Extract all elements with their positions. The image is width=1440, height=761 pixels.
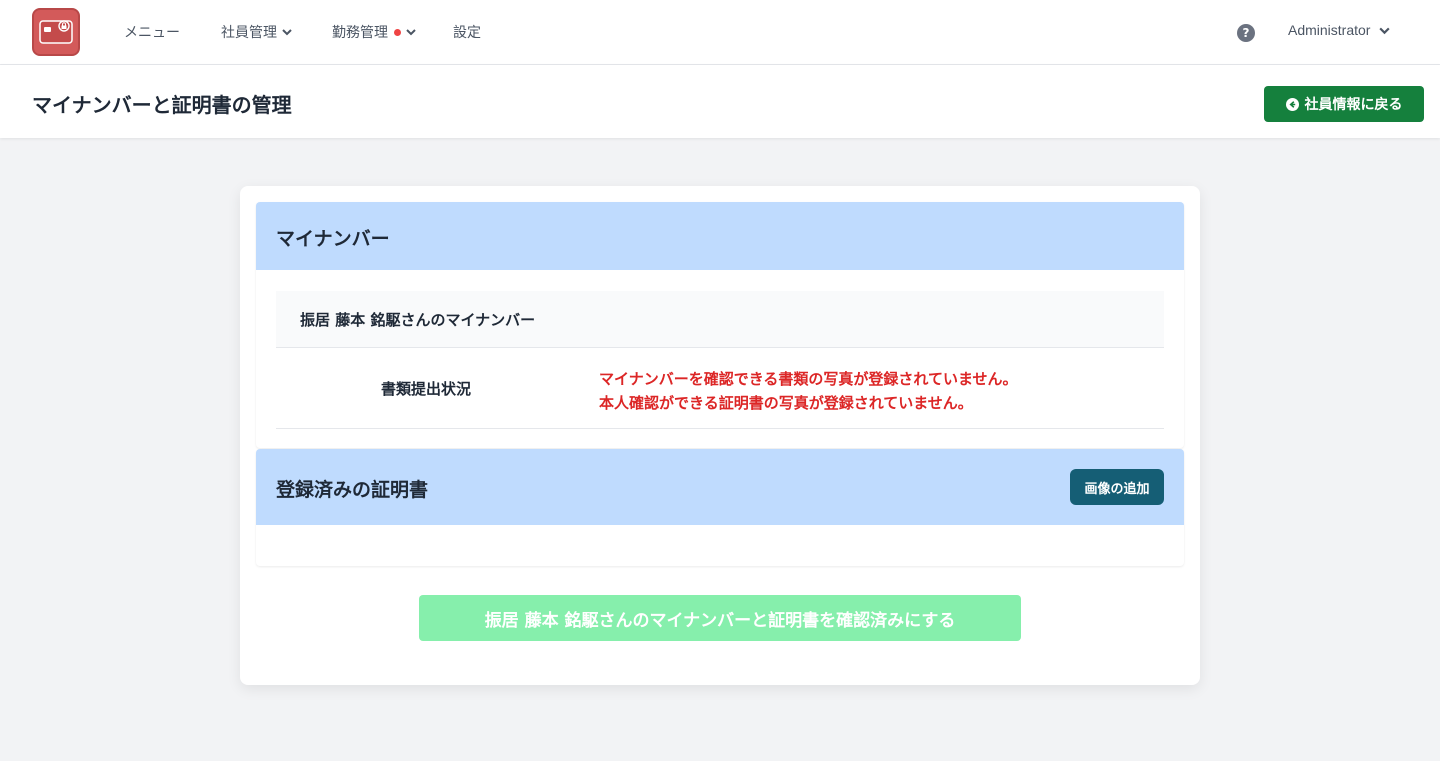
certificates-section: 登録済みの証明書 画像の追加 [256, 449, 1184, 566]
page-title: マイナンバーと証明書の管理 [32, 93, 292, 117]
nav-settings[interactable]: 設定 [453, 22, 481, 42]
add-image-button[interactable]: 画像の追加 [1070, 469, 1164, 505]
app-logo[interactable] [32, 8, 80, 56]
notification-dot [394, 28, 401, 36]
chevron-down-icon [1379, 27, 1391, 34]
certificates-section-header: 登録済みの証明書 画像の追加 [256, 449, 1184, 525]
mynumber-owner-label: 振居 藤本 銘駆さんのマイナンバー [300, 311, 536, 329]
status-line-mynumber-missing: マイナンバーを確認できる書類の写真が登録されていません。 [599, 370, 1018, 388]
back-button-label: 社員情報に戻る [1304, 97, 1403, 113]
main-card: マイナンバー 振居 藤本 銘駆さんのマイナンバー 書類提出状況 マイナンバーを確… [240, 186, 1200, 685]
mynumber-section-title: マイナンバー [276, 228, 390, 250]
chevron-down-icon [282, 29, 292, 36]
nav-menu[interactable]: メニュー [124, 22, 180, 42]
nav-employee-management[interactable]: 社員管理 [221, 22, 293, 42]
top-navbar: メニュー 社員管理 勤務管理 設定 ? Administrator [0, 0, 1440, 65]
user-name: Administrator [1288, 22, 1371, 38]
back-to-employee-button[interactable]: 社員情報に戻る [1264, 86, 1424, 122]
nav-settings-label: 設定 [453, 25, 481, 41]
mynumber-owner-row: 振居 藤本 銘駆さんのマイナンバー [276, 291, 1164, 348]
mark-confirmed-button[interactable]: 振居 藤本 銘駆さんのマイナンバーと証明書を確認済みにする [419, 595, 1021, 641]
arrow-left-circle-icon [1285, 97, 1299, 111]
status-line-certificate-missing: 本人確認ができる証明書の写真が登録されていません。 [599, 394, 973, 412]
document-status-message: マイナンバーを確認できる書類の写真が登録されていません。 本人確認ができる証明書… [599, 367, 1018, 415]
document-status-label: 書類提出状況 [380, 380, 471, 398]
nav-menu-label: メニュー [124, 25, 180, 41]
nav-attendance-management-label: 勤務管理 [332, 25, 388, 41]
user-menu[interactable]: Administrator [1288, 22, 1391, 38]
certificates-section-title: 登録済みの証明書 [276, 479, 429, 501]
document-status-row: 書類提出状況 マイナンバーを確認できる書類の写真が登録されていません。 本人確認… [276, 348, 1164, 429]
page-header: マイナンバーと証明書の管理 社員情報に戻る [0, 65, 1440, 138]
mynumber-section-header: マイナンバー [256, 202, 1184, 270]
question-circle-icon[interactable]: ? [1237, 24, 1255, 42]
mynumber-section: マイナンバー 振居 藤本 銘駆さんのマイナンバー 書類提出状況 マイナンバーを確… [256, 202, 1184, 448]
id-card-lock-icon [39, 20, 73, 44]
nav-employee-management-label: 社員管理 [221, 25, 277, 41]
nav-attendance-management[interactable]: 勤務管理 [332, 22, 417, 42]
chevron-down-icon [406, 29, 416, 36]
